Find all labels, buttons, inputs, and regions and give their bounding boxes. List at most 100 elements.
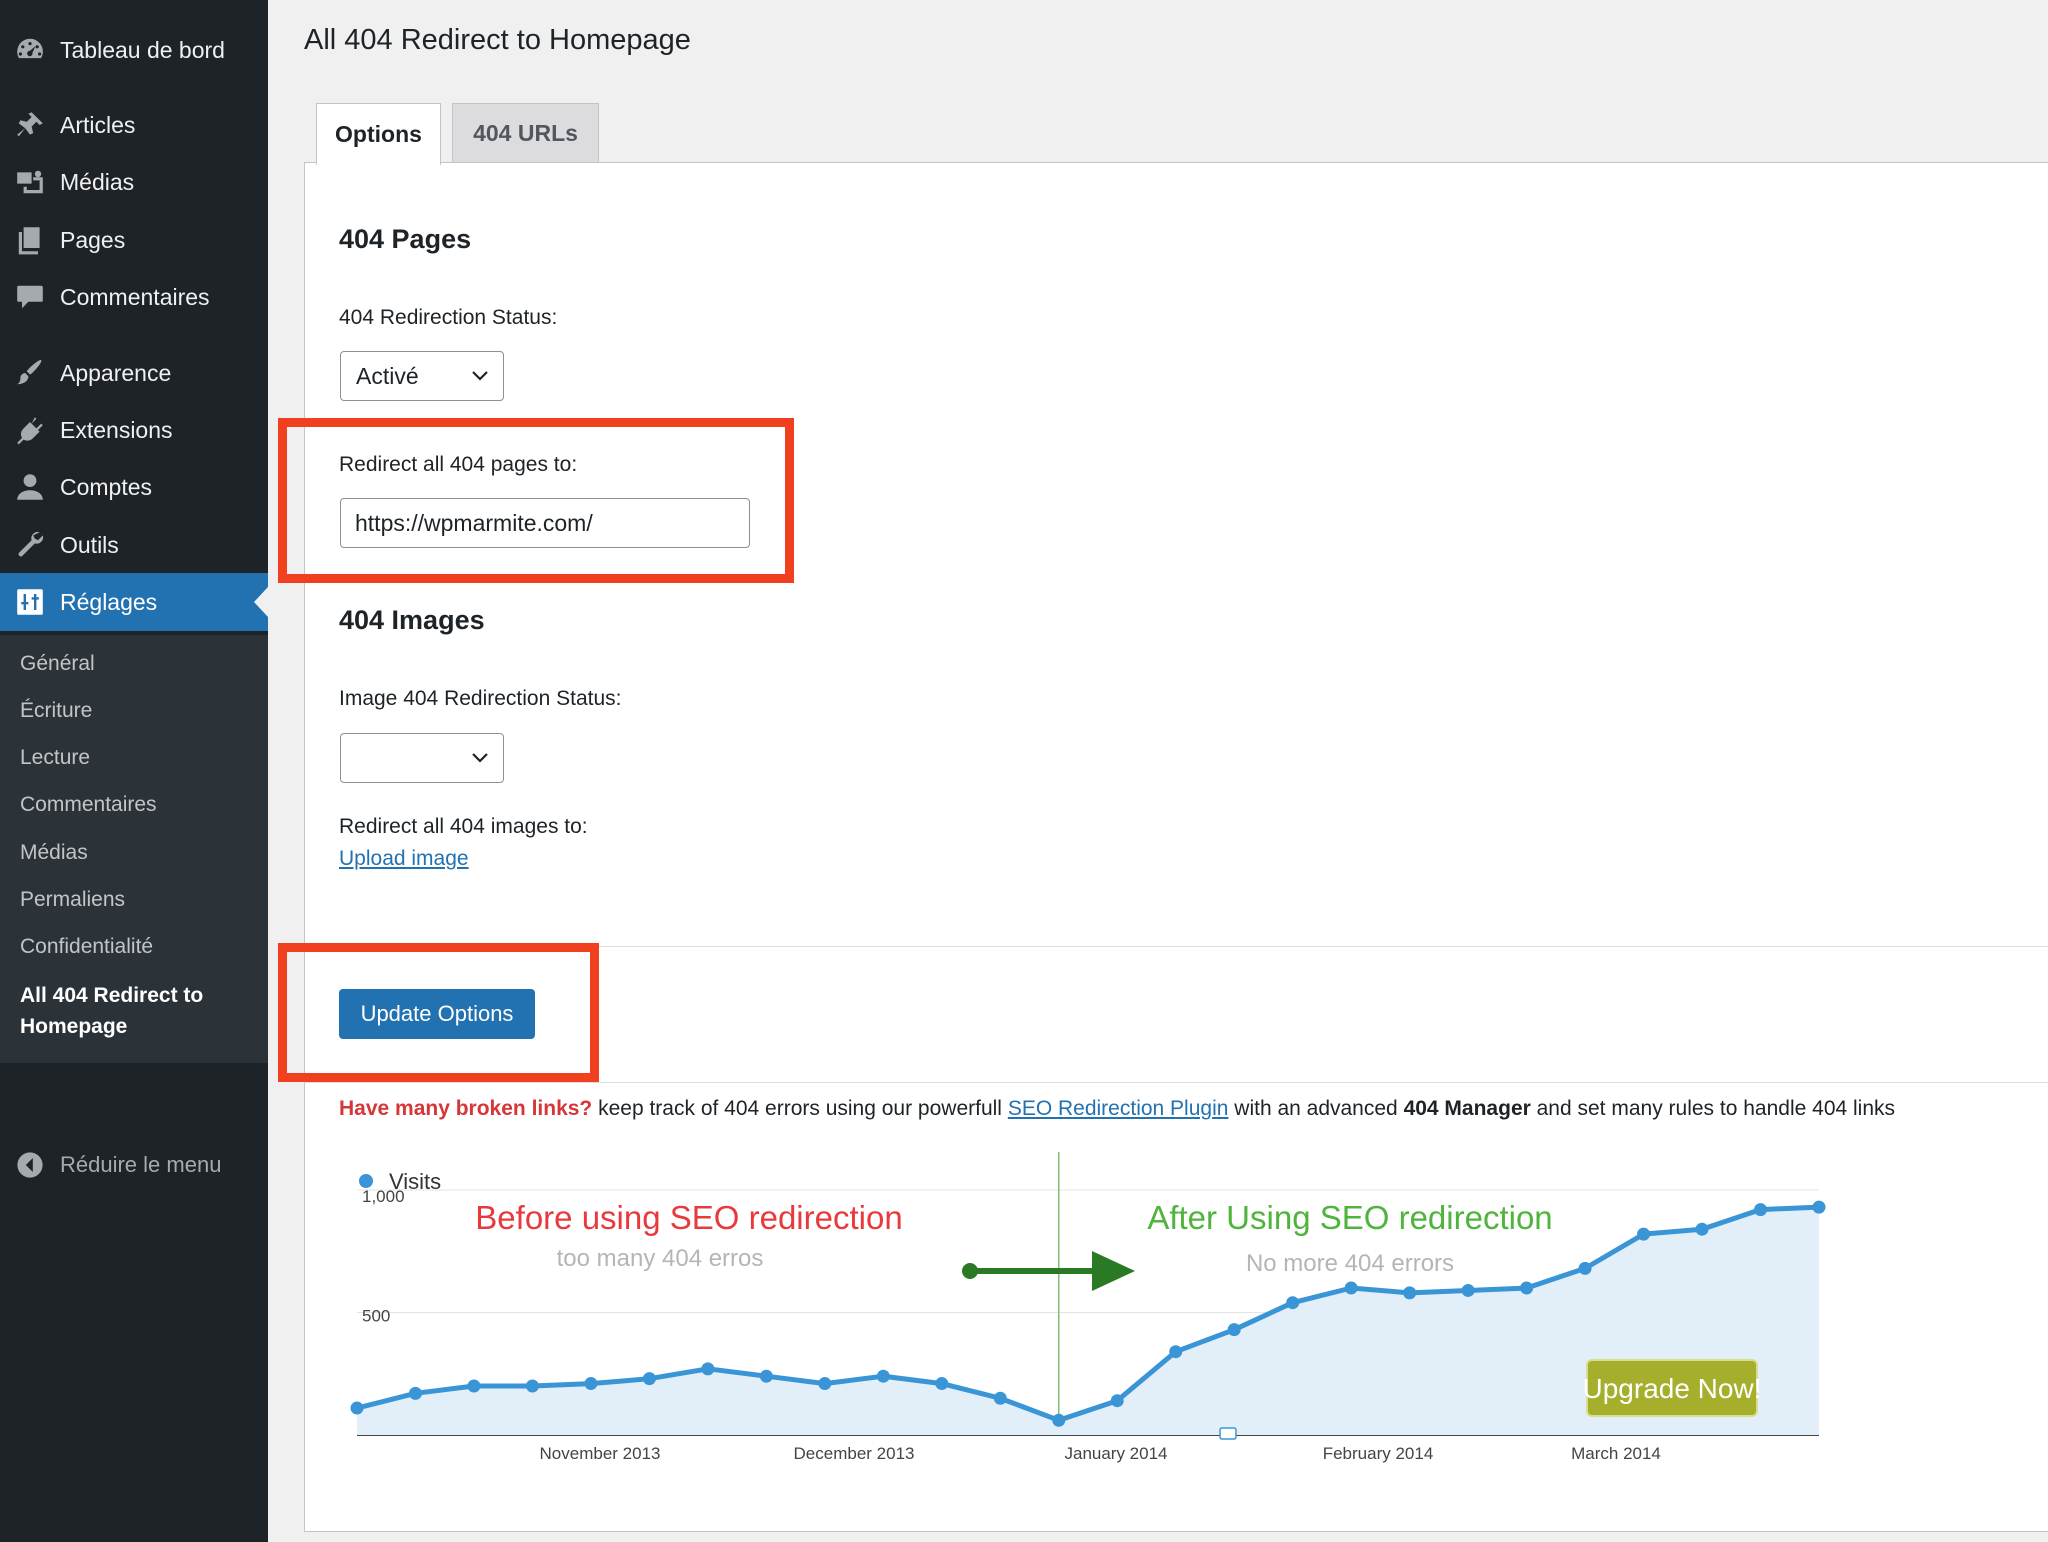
sidebar-item-articles[interactable]: Articles	[0, 97, 268, 153]
collapse-arrow-icon	[16, 1151, 44, 1179]
visits-point	[1812, 1200, 1826, 1214]
submenu-all-404-redirect[interactable]: All 404 Redirect to Homepage	[20, 980, 260, 1042]
visits-point	[1403, 1286, 1417, 1300]
visits-chart: Visits1,000500November 2013 December 2013…	[350, 1152, 1826, 1463]
redirect-images-label: Redirect all 404 images to:	[339, 815, 588, 838]
visits-point	[993, 1391, 1007, 1405]
collapse-menu-button[interactable]: Réduire le menu	[0, 1140, 268, 1190]
x-tick-label: November 2013	[540, 1444, 661, 1463]
visits-point	[701, 1362, 715, 1376]
highlight-box-redirect-url	[278, 418, 794, 583]
sidebar-item-pages[interactable]: Pages	[0, 212, 268, 268]
admin-sidebar: Tableau de bord Articles Médias Pages Co…	[0, 0, 268, 1542]
submenu-discussion[interactable]: Commentaires	[20, 793, 157, 817]
submenu-permalinks[interactable]: Permaliens	[20, 888, 125, 912]
user-icon	[14, 471, 46, 503]
visits-point	[1169, 1345, 1183, 1359]
redirection-status-label: 404 Redirection Status:	[339, 306, 558, 329]
promo-text: Have many broken links? keep track of 40…	[339, 1097, 1895, 1121]
visits-point	[1754, 1203, 1768, 1217]
y-tick-label: 500	[362, 1307, 390, 1326]
paintbrush-icon	[14, 357, 46, 389]
visits-point	[1520, 1281, 1534, 1295]
redirection-status-select[interactable]: Activé	[340, 351, 504, 401]
plugin-icon	[14, 414, 46, 446]
sidebar-item-tools[interactable]: Outils	[0, 517, 268, 573]
visits-point	[350, 1401, 364, 1415]
sidebar-item-label: Réglages	[60, 588, 158, 615]
promo-text-part: with an advanced	[1228, 1097, 1404, 1120]
section-heading-404-pages: 404 Pages	[339, 224, 472, 254]
before-title: Before using SEO redirection	[475, 1199, 902, 1236]
visits-point	[1110, 1394, 1124, 1408]
arrow-head	[1092, 1251, 1135, 1291]
tab-404-urls[interactable]: 404 URLs	[452, 103, 599, 163]
sidebar-item-label: Extensions	[60, 416, 173, 443]
active-menu-notch	[254, 587, 268, 617]
wrench-icon	[14, 529, 46, 561]
visits-point	[935, 1377, 949, 1391]
promo-text-part: keep track of 404 errors using our power…	[592, 1097, 1008, 1120]
comment-icon	[14, 281, 46, 313]
after-title: After Using SEO redirection	[1147, 1199, 1552, 1236]
settings-sliders-icon	[14, 586, 46, 618]
submenu-reading[interactable]: Lecture	[20, 746, 90, 770]
dashboard-icon	[14, 34, 46, 66]
image-status-select[interactable]	[340, 733, 504, 783]
redirection-status-value: Activé	[356, 362, 419, 389]
sidebar-item-label: Comptes	[60, 473, 153, 500]
section-divider	[304, 1082, 2048, 1083]
sidebar-item-label: Tableau de bord	[60, 36, 225, 63]
visits-point	[467, 1379, 481, 1393]
visits-point	[525, 1379, 539, 1393]
x-tick-label: February 2014	[1323, 1444, 1434, 1463]
promo-lead: Have many broken links?	[339, 1097, 593, 1120]
sidebar-item-dashboard[interactable]: Tableau de bord	[0, 22, 268, 78]
page-title: All 404 Redirect to Homepage	[304, 24, 691, 56]
visits-point	[1286, 1296, 1300, 1310]
visits-point	[818, 1377, 832, 1391]
seo-redirection-plugin-link[interactable]: SEO Redirection Plugin	[1008, 1097, 1229, 1120]
sidebar-item-media[interactable]: Médias	[0, 154, 268, 210]
x-tick-label: December 2013	[794, 1444, 915, 1463]
highlight-box-update-button	[278, 943, 599, 1082]
submenu-privacy[interactable]: Confidentialité	[20, 935, 153, 959]
sidebar-item-label: Outils	[60, 531, 119, 558]
submenu-general[interactable]: Général	[20, 652, 95, 676]
settings-submenu: Général Écriture Lecture Commentaires Mé…	[0, 635, 268, 1063]
media-icon	[14, 166, 46, 198]
section-heading-404-images: 404 Images	[339, 605, 485, 635]
x-tick-label: March 2014	[1571, 1444, 1661, 1463]
before-subtitle: too many 404 erros	[557, 1245, 764, 1272]
submenu-media[interactable]: Médias	[20, 841, 88, 865]
sidebar-item-label: Articles	[60, 111, 136, 138]
visits-point	[759, 1369, 773, 1383]
promo-bold: 404 Manager	[1403, 1097, 1531, 1120]
sidebar-item-users[interactable]: Comptes	[0, 459, 268, 515]
chevron-down-icon	[472, 371, 488, 381]
sidebar-item-settings[interactable]: Réglages	[0, 573, 268, 631]
pages-icon	[14, 224, 46, 256]
visits-point	[642, 1372, 656, 1386]
visits-point	[1227, 1323, 1241, 1337]
sidebar-item-label: Pages	[60, 226, 126, 253]
sidebar-item-comments[interactable]: Commentaires	[0, 269, 268, 325]
sidebar-item-appearance[interactable]: Apparence	[0, 345, 268, 401]
tab-options[interactable]: Options	[316, 103, 441, 165]
sidebar-item-label: Commentaires	[60, 283, 210, 310]
visits-point	[1578, 1261, 1592, 1275]
promo-text-part: and set many rules to handle 404 links	[1530, 1097, 1896, 1120]
visits-point	[1052, 1413, 1066, 1427]
visits-point	[1461, 1283, 1475, 1297]
image-status-label: Image 404 Redirection Status:	[339, 687, 622, 710]
upgrade-label: Upgrade Now!	[1583, 1373, 1762, 1404]
x-tick-label: January 2014	[1064, 1444, 1167, 1463]
y-tick-label: 1,000	[362, 1187, 405, 1206]
sidebar-item-label: Apparence	[60, 359, 172, 386]
comment-marker-icon	[1219, 1427, 1237, 1440]
submenu-writing[interactable]: Écriture	[20, 699, 92, 723]
visits-point	[1637, 1227, 1651, 1241]
sidebar-item-extensions[interactable]: Extensions	[0, 402, 268, 458]
upload-image-link[interactable]: Upload image	[339, 847, 469, 871]
visits-point	[408, 1386, 422, 1400]
